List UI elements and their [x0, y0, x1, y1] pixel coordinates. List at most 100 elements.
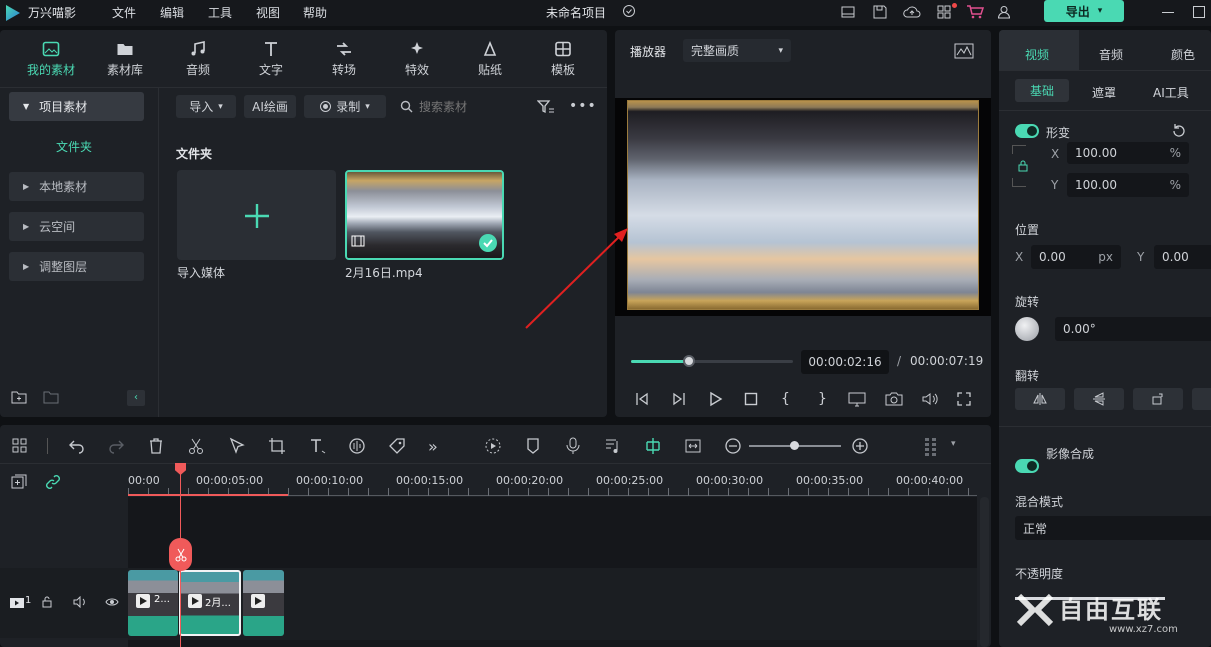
keyframe-tag-icon[interactable]	[388, 437, 406, 455]
playback-progress-track[interactable]	[631, 355, 793, 367]
minimize-icon[interactable]	[1162, 12, 1174, 13]
folder-icon[interactable]	[43, 390, 59, 406]
redo-icon[interactable]	[107, 437, 125, 455]
crop-icon[interactable]	[268, 437, 286, 455]
tab-stickers[interactable]: 贴纸	[460, 41, 520, 78]
zoom-in-icon[interactable]	[851, 437, 869, 455]
add-track-icon[interactable]	[10, 473, 28, 491]
snap-icon[interactable]	[644, 437, 662, 455]
rotation-input[interactable]: 0.00°	[1055, 317, 1211, 341]
music-edit-icon[interactable]	[604, 437, 622, 455]
search-input[interactable]	[419, 96, 519, 118]
collapse-sidebar-icon[interactable]: ‹	[127, 390, 145, 406]
zoom-slider-handle[interactable]	[790, 441, 799, 450]
subtab-mask[interactable]: 遮罩	[1092, 84, 1116, 101]
previous-frame-icon[interactable]	[634, 391, 650, 407]
tab-audio[interactable]: 音频	[168, 41, 228, 78]
scale-y-input[interactable]: 100.00%	[1067, 173, 1189, 197]
tab-video[interactable]: 视频	[1025, 46, 1049, 63]
user-icon[interactable]	[996, 4, 1014, 22]
playback-progress-handle[interactable]	[683, 355, 696, 367]
tab-my-media[interactable]: 我的素材	[21, 41, 81, 78]
pos-x-input[interactable]: 0.00 px	[1031, 245, 1121, 269]
snapshot-icon[interactable]	[885, 391, 903, 407]
play-icon[interactable]	[707, 391, 723, 407]
rotate-more-button[interactable]	[1192, 388, 1211, 410]
split-scissors-icon[interactable]	[169, 538, 192, 571]
clip-selected[interactable]: 2月...	[179, 570, 241, 636]
apps-grid-icon[interactable]	[936, 3, 957, 22]
flip-vertical-button[interactable]	[1074, 388, 1124, 410]
new-folder-icon[interactable]	[11, 390, 27, 406]
zoom-out-icon[interactable]	[724, 437, 742, 455]
scopes-icon[interactable]	[954, 43, 974, 59]
track-visibility-icon[interactable]	[105, 596, 119, 608]
tab-audio-props[interactable]: 音频	[1099, 46, 1123, 63]
blend-mode-select[interactable]: 正常	[1015, 516, 1211, 540]
media-thumbnail[interactable]	[345, 170, 504, 260]
next-frame-icon[interactable]	[671, 391, 687, 407]
marker-icon[interactable]	[524, 437, 542, 455]
cloud-upload-icon[interactable]	[903, 4, 921, 22]
tab-transitions[interactable]: 转场	[314, 41, 374, 78]
timeline-vertical-scrollbar[interactable]	[980, 497, 989, 647]
display-settings-icon[interactable]	[848, 391, 866, 407]
quality-dropdown[interactable]: 完整画质 ▾	[683, 39, 791, 62]
sidebar-item-project-media[interactable]: ▼ 项目素材	[9, 92, 144, 121]
compositing-toggle[interactable]	[1015, 459, 1039, 473]
track-height-icon[interactable]	[923, 437, 941, 456]
rotate-button[interactable]	[1133, 388, 1183, 410]
subtab-ai-tools[interactable]: AI工具	[1153, 84, 1189, 101]
tab-text[interactable]: 文字	[241, 41, 301, 78]
mark-out-icon[interactable]: }	[818, 391, 834, 407]
filter-icon[interactable]	[537, 99, 555, 115]
scissors-icon[interactable]	[187, 437, 205, 455]
sidebar-item-adjustment[interactable]: ▶ 调整图层	[9, 252, 144, 281]
more-icon[interactable]: •••	[569, 98, 597, 114]
undo-icon[interactable]	[68, 437, 86, 455]
tab-effects[interactable]: 特效	[387, 41, 447, 78]
clip[interactable]: 2...	[128, 570, 178, 636]
record-dropdown[interactable]: 录制 ▾	[304, 95, 386, 118]
sidebar-item-cloud[interactable]: ▶ 云空间	[9, 212, 144, 241]
ai-draw-button[interactable]: AI绘画	[244, 95, 296, 118]
tab-templates[interactable]: 模板	[533, 41, 593, 78]
clip[interactable]	[243, 570, 284, 636]
flip-horizontal-button[interactable]	[1015, 388, 1065, 410]
import-dropdown[interactable]: 导入 ▾	[176, 95, 236, 118]
menu-tools[interactable]: 工具	[208, 4, 232, 21]
menu-edit[interactable]: 编辑	[160, 4, 184, 21]
reset-icon[interactable]	[1171, 123, 1187, 139]
transform-toggle[interactable]	[1015, 124, 1039, 138]
tab-color[interactable]: 颜色	[1171, 46, 1195, 63]
more-tools-icon[interactable]: »	[428, 437, 446, 456]
lock-ratio-icon[interactable]	[1016, 158, 1030, 174]
sidebar-item-folder[interactable]: 文件夹	[56, 138, 92, 155]
menu-view[interactable]: 视图	[256, 4, 280, 21]
select-arrow-icon[interactable]	[228, 437, 246, 455]
export-button[interactable]: 导出 ▾	[1044, 0, 1124, 22]
layout-manager-icon[interactable]	[11, 437, 29, 455]
render-preview-icon[interactable]	[484, 437, 502, 455]
menu-file[interactable]: 文件	[112, 4, 136, 21]
fit-timeline-icon[interactable]	[684, 437, 702, 455]
preview-canvas[interactable]	[615, 98, 991, 316]
menu-help[interactable]: 帮助	[303, 4, 327, 21]
volume-icon[interactable]	[921, 391, 939, 407]
current-time[interactable]: 00:00:02:16	[801, 350, 889, 374]
layout-icon[interactable]	[840, 4, 858, 22]
track-height-chevron-icon[interactable]: ▾	[951, 439, 956, 449]
microphone-icon[interactable]	[564, 437, 582, 455]
track-lock-icon[interactable]	[41, 596, 53, 608]
audio-detect-icon[interactable]	[348, 437, 366, 455]
link-icon[interactable]	[44, 473, 62, 491]
pos-y-input[interactable]: 0.00	[1154, 245, 1211, 269]
track-mute-icon[interactable]	[73, 596, 87, 608]
tab-stock-library[interactable]: 素材库	[95, 41, 155, 78]
save-icon[interactable]	[872, 4, 890, 22]
stop-icon[interactable]	[743, 391, 759, 407]
text-tool-icon[interactable]	[308, 437, 326, 455]
maximize-icon[interactable]	[1193, 6, 1205, 18]
subtab-basic[interactable]: 基础	[1015, 79, 1069, 102]
delete-icon[interactable]	[147, 437, 165, 455]
